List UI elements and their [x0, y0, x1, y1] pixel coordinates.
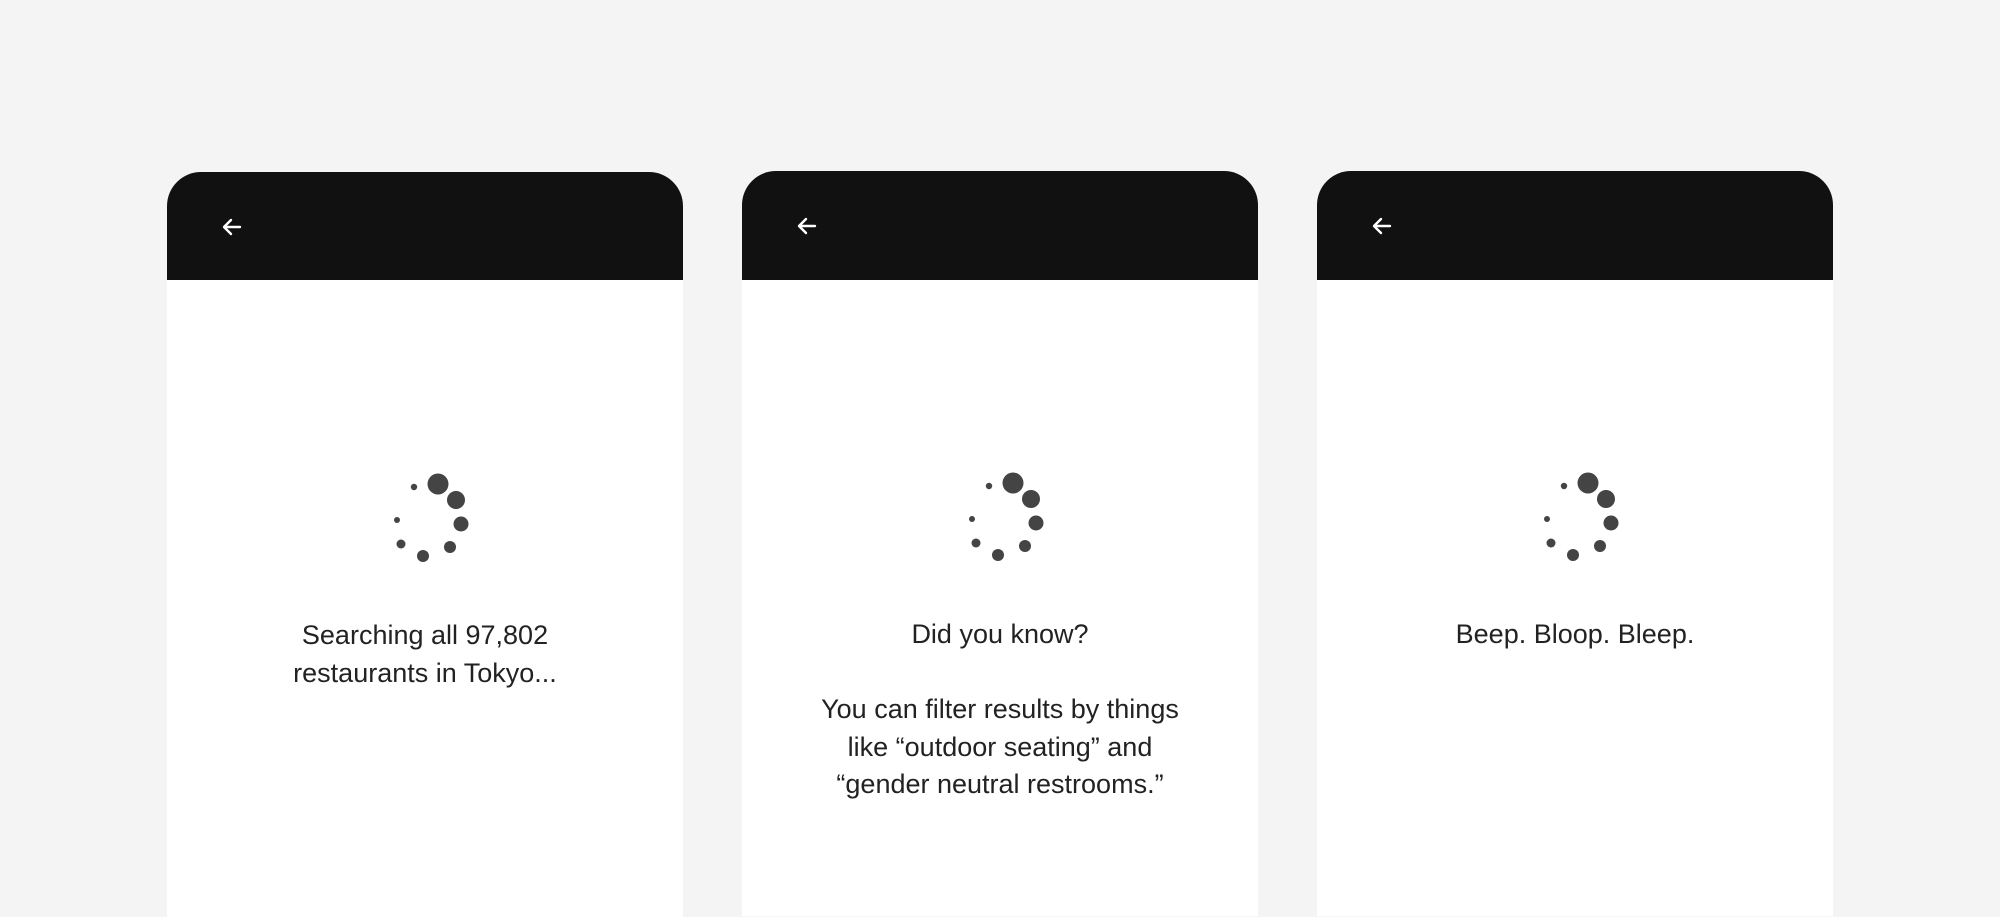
tip-body: You can filter results by things like “o…	[821, 694, 1179, 799]
top-app-bar	[167, 172, 683, 280]
loading-screen-beep: Beep. Bloop. Bleep.	[1317, 171, 1833, 916]
searching-message-text: Searching all 97,802 restaurants in Toky…	[293, 620, 557, 688]
top-app-bar	[1317, 171, 1833, 280]
arrow-left-icon	[1372, 217, 1392, 235]
loading-message: Did you know? You can filter results by …	[742, 616, 1258, 804]
loading-message: Beep. Bloop. Bleep.	[1317, 616, 1833, 654]
back-button[interactable]	[792, 211, 822, 241]
back-button[interactable]	[217, 212, 247, 242]
beep-message-text: Beep. Bloop. Bleep.	[1455, 619, 1695, 649]
loading-screen-tip: Did you know? You can filter results by …	[742, 171, 1258, 916]
loading-screen-searching: Searching all 97,802 restaurants in Toky…	[167, 172, 683, 917]
loading-spinner-icon	[1544, 472, 1619, 561]
arrow-left-icon	[797, 217, 817, 235]
loading-spinner-icon	[394, 473, 469, 562]
arrow-left-icon	[222, 218, 242, 236]
back-button[interactable]	[1367, 211, 1397, 241]
loading-message: Searching all 97,802 restaurants in Toky…	[167, 617, 683, 692]
tip-heading: Did you know?	[911, 619, 1089, 649]
top-app-bar	[742, 171, 1258, 280]
loading-spinner-icon	[969, 472, 1044, 561]
